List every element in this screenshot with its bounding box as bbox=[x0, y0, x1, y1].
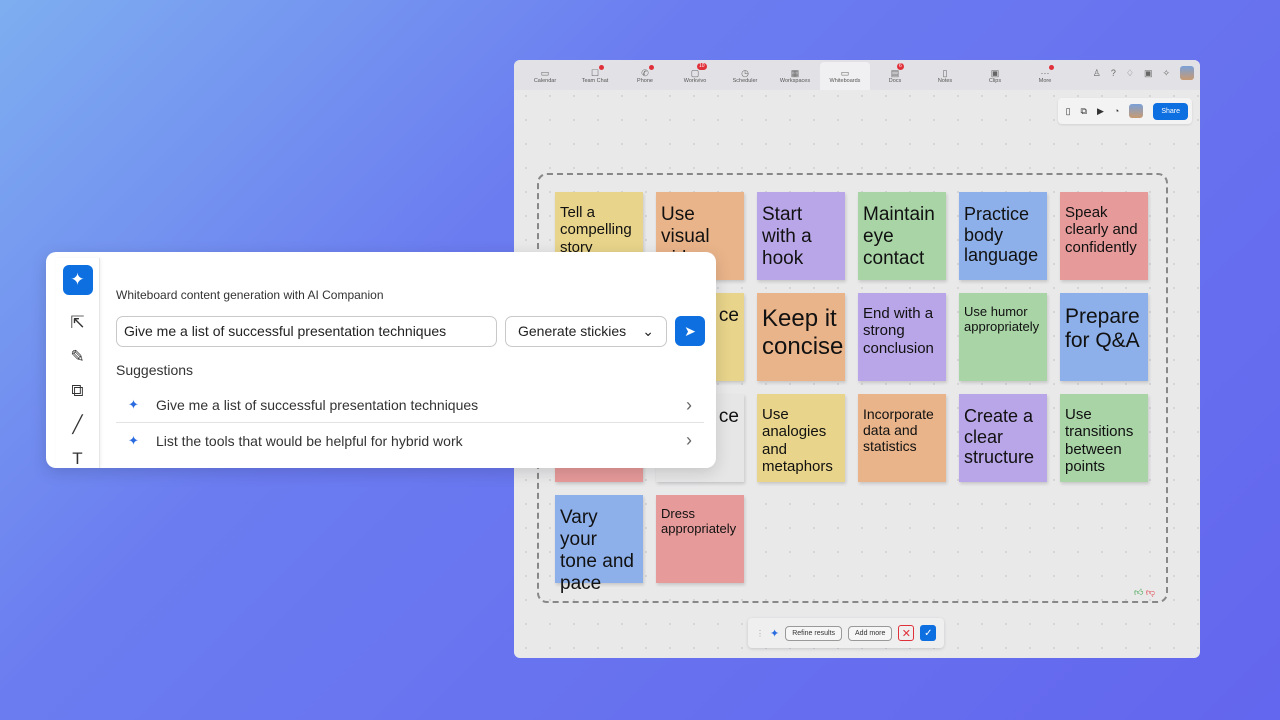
chevron-down-icon: ⌄ bbox=[642, 323, 654, 339]
sparkle-icon: ✦ bbox=[770, 627, 780, 640]
phone-icon: ✆ bbox=[641, 68, 649, 78]
shapes-icon[interactable]: ⧉ bbox=[56, 381, 99, 403]
send-button[interactable]: ➤ bbox=[675, 316, 705, 346]
sticky-note[interactable]: Create a clear structure bbox=[959, 394, 1047, 482]
tab-whiteboards[interactable]: ▭ Whiteboards bbox=[820, 62, 870, 90]
sticky-note[interactable]: Maintain eye contact bbox=[858, 192, 946, 280]
feedback: 👍︎ 👎︎ bbox=[1134, 587, 1155, 598]
screen-icon[interactable]: ⧉ bbox=[1081, 106, 1087, 117]
sticky-note[interactable]: Practice body language bbox=[959, 192, 1047, 280]
present-icon[interactable]: ▯ bbox=[1066, 106, 1071, 117]
tab-label: Notes bbox=[937, 78, 953, 84]
contacts-icon[interactable]: ♙ bbox=[1093, 68, 1101, 79]
calendar-panel-icon[interactable]: ▣ bbox=[1144, 68, 1153, 79]
mode-value: Generate stickies bbox=[518, 323, 627, 339]
tab-calendar[interactable]: ▭ Calendar bbox=[520, 62, 570, 90]
notification-dot bbox=[1049, 65, 1054, 70]
thumbs-up-icon[interactable]: 👍︎ bbox=[1134, 587, 1143, 597]
notes-icon: ▯ bbox=[942, 68, 948, 78]
tab-workvivo[interactable]: ▢ Workvivo 10 bbox=[670, 62, 720, 90]
tab-notes[interactable]: ▯ Notes bbox=[920, 62, 970, 90]
ai-companion-panel: ✦ ⇱ ✎ ⧉ ╱ T Whiteboard content generatio… bbox=[46, 252, 716, 468]
sticky-note[interactable]: Start with a hook bbox=[757, 192, 845, 280]
suggestion-item[interactable]: ✦ Give me a list of successful presentati… bbox=[116, 388, 704, 423]
calendar-icon: ▭ bbox=[540, 68, 550, 78]
sticky-note[interactable]: Prepare for Q&A bbox=[1060, 293, 1148, 381]
tab-label: Clips bbox=[988, 78, 1002, 84]
result-toolbar: ⋮ ✦ Refine results Add more ✕ ✓ bbox=[748, 618, 945, 648]
tab-label: Workspaces bbox=[779, 78, 811, 84]
nav-right-icons: ♙ ? ♢ ▣ ✧ bbox=[1093, 66, 1194, 80]
clock-icon: ◷ bbox=[741, 68, 749, 78]
mode-select[interactable]: Generate stickies ⌄ bbox=[505, 316, 667, 347]
discard-button[interactable]: ✕ bbox=[898, 625, 915, 641]
tab-more[interactable]: ··· More bbox=[1020, 62, 1070, 90]
tab-label: More bbox=[1038, 78, 1052, 84]
sparkle-icon: ✦ bbox=[128, 397, 139, 412]
bell-icon[interactable]: ♢ bbox=[1126, 68, 1134, 79]
sticky-note[interactable]: Use humor appropriately bbox=[959, 293, 1047, 381]
tab-label: Team Chat bbox=[581, 78, 609, 84]
sticky-note[interactable]: Vary your tone and pace bbox=[555, 495, 643, 594]
thumbs-down-icon[interactable]: 👎︎ bbox=[1146, 587, 1155, 597]
panel-title: Whiteboard content generation with AI Co… bbox=[116, 288, 384, 302]
clips-icon: ▣ bbox=[990, 68, 1000, 78]
select-icon[interactable]: ⇱ bbox=[56, 313, 99, 335]
suggestion-item[interactable]: ✦ List the tools that would be helpful fo… bbox=[116, 423, 704, 458]
notification-dot bbox=[599, 65, 604, 70]
notification-badge: 10 bbox=[697, 63, 707, 70]
workspaces-icon: ▦ bbox=[790, 68, 800, 78]
text-icon[interactable]: T bbox=[56, 449, 99, 468]
collaborator-avatar[interactable] bbox=[1129, 104, 1144, 118]
sticky-note[interactable]: Incorporate data and statistics bbox=[858, 394, 946, 482]
sticky-note[interactable]: End with a strong conclusion bbox=[858, 293, 946, 381]
suggestion-text: List the tools that would be helpful for… bbox=[156, 432, 463, 449]
notification-dot bbox=[649, 65, 654, 70]
sticky-note[interactable]: Keep it concise bbox=[757, 293, 845, 381]
chat-icon: ☐ bbox=[590, 68, 600, 78]
tab-label: Scheduler bbox=[732, 78, 758, 84]
chevron-right-icon: › bbox=[686, 430, 692, 450]
tab-label: Docs bbox=[888, 78, 902, 84]
tab-clips[interactable]: ▣ Clips bbox=[970, 62, 1020, 90]
sticky-note[interactable]: Use transitions between points bbox=[1060, 394, 1148, 482]
refine-results-button[interactable]: Refine results bbox=[785, 625, 843, 641]
chevron-right-icon: › bbox=[686, 394, 692, 415]
ai-icon[interactable]: ✧ bbox=[1162, 68, 1170, 79]
board-toolbar: ▯ ⧉ ▶ ◔ Share bbox=[1057, 98, 1192, 124]
tab-docs[interactable]: ▤ Docs 6 bbox=[870, 62, 920, 90]
ai-companion-icon[interactable]: ✦ bbox=[62, 265, 93, 295]
tab-label: Workvivo bbox=[683, 78, 707, 84]
send-icon: ➤ bbox=[684, 322, 696, 339]
tab-label: Phone bbox=[637, 78, 653, 84]
more-icon: ··· bbox=[1040, 68, 1050, 78]
drag-handle-icon[interactable]: ⋮ bbox=[756, 629, 764, 638]
tab-team-chat[interactable]: ☐ Team Chat bbox=[570, 62, 620, 90]
sparkle-icon: ✦ bbox=[128, 432, 139, 448]
suggestion-text: Give me a list of successful presentatio… bbox=[156, 397, 479, 413]
suggestions-label: Suggestions bbox=[116, 362, 194, 378]
line-icon[interactable]: ╱ bbox=[56, 415, 99, 437]
tab-workspaces[interactable]: ▦ Workspaces bbox=[770, 62, 820, 90]
notification-badge: 6 bbox=[897, 63, 904, 70]
tab-label: Calendar bbox=[533, 78, 557, 84]
add-more-button[interactable]: Add more bbox=[848, 625, 893, 641]
help-icon[interactable]: ? bbox=[1111, 68, 1116, 78]
tab-phone[interactable]: ✆ Phone bbox=[620, 62, 670, 90]
sticky-note[interactable]: Dress appropriately bbox=[656, 495, 744, 583]
whiteboard-icon: ▭ bbox=[840, 68, 850, 78]
share-button[interactable]: Share bbox=[1153, 102, 1188, 120]
avatar[interactable] bbox=[1180, 66, 1194, 80]
timer-icon[interactable]: ◔ bbox=[1114, 106, 1119, 116]
tool-sidebar: ✦ ⇱ ✎ ⧉ ╱ T bbox=[56, 258, 100, 468]
accept-button[interactable]: ✓ bbox=[920, 625, 937, 641]
sticky-note[interactable]: Speak clearly and confidently bbox=[1060, 192, 1148, 280]
pen-icon[interactable]: ✎ bbox=[56, 347, 99, 369]
video-icon[interactable]: ▶ bbox=[1097, 106, 1104, 117]
tab-label: Whiteboards bbox=[829, 78, 861, 84]
sticky-note[interactable]: Use analogies and metaphors bbox=[757, 394, 845, 482]
tab-scheduler[interactable]: ◷ Scheduler bbox=[720, 62, 770, 90]
prompt-input[interactable]: Give me a list of successful presentatio… bbox=[116, 316, 497, 347]
